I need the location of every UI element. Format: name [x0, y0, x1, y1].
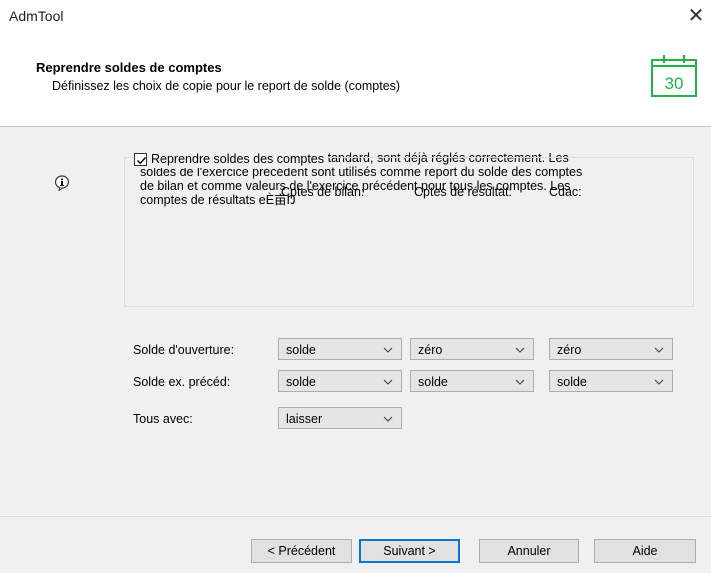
select-value: zéro: [418, 343, 443, 357]
copy-options-group: [124, 157, 694, 307]
chevron-down-icon: [383, 347, 393, 353]
solde-ex-preced-cdac-select[interactable]: solde: [549, 370, 673, 392]
select-value: laisser: [286, 412, 323, 426]
close-icon[interactable]: ✕: [684, 3, 708, 29]
page-title: Reprendre soldes de comptes: [36, 60, 222, 75]
column-header-bilan: Cptes de bilan:: [281, 185, 365, 199]
calendar-icon: 30: [651, 55, 697, 97]
reprendre-soldes-checkbox[interactable]: [134, 152, 147, 166]
chevron-down-icon: [383, 416, 393, 422]
column-header-resultat: Cptes de résultat:: [414, 185, 512, 199]
select-value: solde: [418, 375, 448, 389]
solde-ex-preced-bilan-select[interactable]: solde: [278, 370, 402, 392]
row-label-solde-ex-preced: Solde ex. précéd:: [133, 375, 231, 389]
select-value: solde: [286, 343, 316, 357]
select-value: solde: [286, 375, 316, 389]
title-bar: AdmTool ✕: [0, 0, 711, 34]
solde-ouverture-cdac-select[interactable]: zéro: [549, 338, 673, 360]
checkmark-icon: [137, 156, 147, 164]
chevron-down-icon: [515, 379, 525, 385]
chevron-down-icon: [654, 347, 664, 353]
solde-ex-preced-resultat-select[interactable]: solde: [410, 370, 534, 392]
calendar-number: 30: [665, 74, 684, 93]
next-button[interactable]: Suivant >: [359, 539, 460, 563]
chevron-down-icon: [383, 379, 393, 385]
column-header-cdac: Cdac:: [549, 185, 582, 199]
previous-button[interactable]: < Précédent: [251, 539, 352, 563]
wizard-header: Reprendre soldes de comptes Définissez l…: [0, 34, 711, 126]
solde-ouverture-resultat-select[interactable]: zéro: [410, 338, 534, 360]
row-label-tous-avec: Tous avec:: [133, 412, 193, 426]
page-subtitle: Définissez les choix de copie pour le re…: [52, 79, 401, 93]
select-value: solde: [557, 375, 587, 389]
chevron-down-icon: [515, 347, 525, 353]
tous-avec-select[interactable]: laisser: [278, 407, 402, 429]
row-label-solde-ouverture: Solde d'ouverture:: [133, 343, 235, 357]
cancel-button[interactable]: Annuler: [479, 539, 579, 563]
reprendre-soldes-label: Reprendre soldes des comptes: [151, 152, 325, 166]
window-title: AdmTool: [9, 8, 64, 24]
reprendre-soldes-checkbox-row[interactable]: Reprendre soldes des comptes: [134, 150, 329, 168]
wizard-footer: < Précédent Suivant > Annuler Aide: [0, 517, 711, 573]
info-icon: [54, 175, 70, 191]
help-button[interactable]: Aide: [594, 539, 696, 563]
select-value: zéro: [557, 343, 582, 357]
solde-ouverture-bilan-select[interactable]: solde: [278, 338, 402, 360]
chevron-down-icon: [654, 379, 664, 385]
